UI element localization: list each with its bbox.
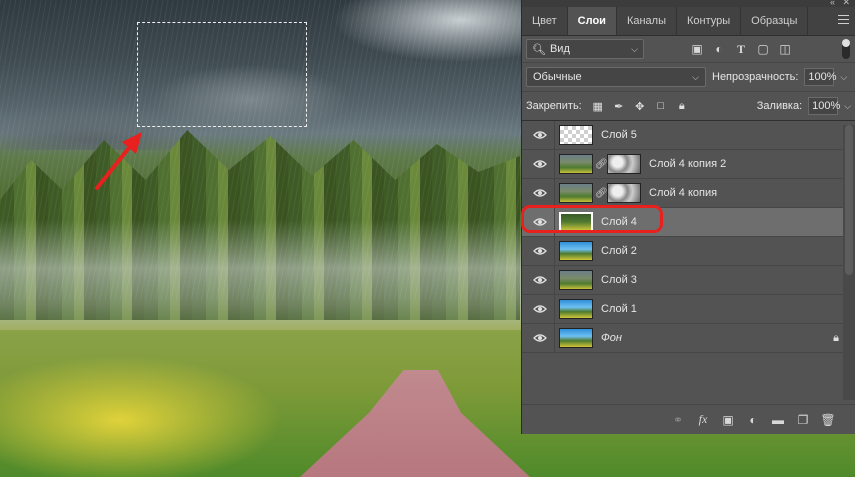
lock-all-icon[interactable]: 🔒︎ xyxy=(676,100,688,112)
lock-label: Закрепить: xyxy=(526,100,582,112)
layer-divider xyxy=(554,179,555,207)
collapse-icon[interactable]: « xyxy=(830,0,835,7)
tab-swatches[interactable]: Образцы xyxy=(741,7,809,35)
panel-bottom-toolbar: ⚭ fx ▣ ◐ ▬ ❐ 🗑︎ xyxy=(522,404,855,434)
eye-icon[interactable] xyxy=(529,333,551,343)
layer-divider xyxy=(554,121,555,149)
layer-row[interactable]: Слой 2 xyxy=(522,237,855,266)
opacity-input[interactable]: 100% xyxy=(804,68,837,86)
chevron-down-icon: ⌵ xyxy=(631,43,638,54)
eye-icon[interactable] xyxy=(529,188,551,198)
blend-mode-dropdown[interactable]: Обычные ⌵ xyxy=(526,67,706,87)
shape-filter-icon[interactable]: ▢ xyxy=(756,42,770,56)
fill-chevron-icon[interactable]: ⌵ xyxy=(844,101,851,112)
type-filter-icon[interactable]: T xyxy=(734,42,748,56)
layer-thumbnail[interactable] xyxy=(559,270,593,290)
scrollbar-thumb[interactable] xyxy=(845,125,853,275)
layer-thumbnail[interactable] xyxy=(559,328,593,348)
annotation-arrow-icon xyxy=(95,132,142,190)
lock-brush-icon[interactable]: ✒ xyxy=(613,100,625,113)
blend-mode-label: Обычные xyxy=(533,71,582,83)
layer-row[interactable]: Фон 🔒︎ xyxy=(522,324,855,353)
layer-thumbnail[interactable] xyxy=(559,154,593,174)
lock-row: Закрепить: ▦ ✒ ✥ □ 🔒︎ Заливка: 100% ⌵ xyxy=(522,92,855,121)
tab-channels[interactable]: Каналы xyxy=(617,7,677,35)
layer-divider xyxy=(554,295,555,323)
chain-link-icon[interactable]: 🔗︎ xyxy=(595,159,608,170)
layer-divider xyxy=(554,266,555,294)
lock-artboard-icon[interactable]: □ xyxy=(655,100,667,112)
layer-name[interactable]: Слой 1 xyxy=(601,303,637,315)
adjustment-icon[interactable]: ◐ xyxy=(746,413,760,427)
layers-scrollbar[interactable] xyxy=(843,125,855,400)
layer-divider xyxy=(554,324,555,352)
smart-object-filter-icon[interactable]: ◫ xyxy=(778,42,792,56)
layer-row[interactable]: 🔗︎ Слой 4 копия 2 xyxy=(522,150,855,179)
fx-icon[interactable]: fx xyxy=(696,412,710,427)
layers-panel: « ✕ Цвет Слои Каналы Контуры Образцы 🔍︎ … xyxy=(521,0,855,434)
layer-name[interactable]: Слой 4 копия xyxy=(649,187,717,199)
filter-kind-dropdown[interactable]: 🔍︎ Вид ⌵ xyxy=(526,39,644,59)
panel-tabs: Цвет Слои Каналы Контуры Образцы xyxy=(522,7,855,36)
fill-label: Заливка: xyxy=(756,100,803,112)
mask-icon[interactable]: ▣ xyxy=(721,413,735,427)
layer-lock-icon[interactable]: 🔒︎ xyxy=(833,332,839,345)
eye-icon[interactable] xyxy=(529,275,551,285)
search-icon: 🔍︎ xyxy=(532,43,546,56)
folder-icon[interactable]: ▬ xyxy=(771,413,785,427)
lock-transparency-icon[interactable]: ▦ xyxy=(592,100,604,113)
annotation-highlight xyxy=(521,205,663,233)
layers-list: Слой 5 🔗︎ Слой 4 копия 2 🔗︎ Слой 4 копия Слой… xyxy=(521,121,855,353)
filter-icons: ▣ ◐ T ▢ ◫ xyxy=(690,42,792,57)
layer-name[interactable]: Слой 5 xyxy=(601,129,637,141)
layer-name[interactable]: Слой 4 копия 2 xyxy=(649,158,726,170)
layer-thumbnail[interactable] xyxy=(559,299,593,319)
layer-name[interactable]: Слой 2 xyxy=(601,245,637,257)
filter-toggle[interactable] xyxy=(842,39,850,59)
trash-icon[interactable]: 🗑︎ xyxy=(820,413,835,427)
marquee-selection[interactable] xyxy=(137,22,307,127)
lock-move-icon[interactable]: ✥ xyxy=(634,100,646,113)
layer-name[interactable]: Фон xyxy=(601,332,622,344)
chevron-down-icon: ⌵ xyxy=(692,71,699,82)
pixel-filter-icon[interactable]: ▣ xyxy=(690,42,704,56)
filter-row: 🔍︎ Вид ⌵ ▣ ◐ T ▢ ◫ xyxy=(522,36,855,63)
tab-color[interactable]: Цвет xyxy=(522,7,568,35)
adjustment-filter-icon[interactable]: ◐ xyxy=(712,42,726,56)
layer-row[interactable]: Слой 1 xyxy=(522,295,855,324)
opacity-chevron-icon[interactable]: ⌵ xyxy=(840,72,847,83)
layer-thumbnail[interactable] xyxy=(559,241,593,261)
link-icon[interactable]: ⚭ xyxy=(671,413,685,427)
tab-paths[interactable]: Контуры xyxy=(677,7,742,35)
layer-name[interactable]: Слой 3 xyxy=(601,274,637,286)
filter-kind-label: Вид xyxy=(549,43,570,55)
layer-row[interactable]: 🔗︎ Слой 4 копия xyxy=(522,179,855,208)
layer-row[interactable]: Слой 3 xyxy=(522,266,855,295)
layer-thumbnail[interactable] xyxy=(559,183,593,203)
panel-top-strip: « ✕ xyxy=(522,0,855,7)
layer-divider xyxy=(554,237,555,265)
eye-icon[interactable] xyxy=(529,159,551,169)
layer-mask-thumbnail[interactable] xyxy=(607,154,641,174)
eye-icon[interactable] xyxy=(529,304,551,314)
eye-icon[interactable] xyxy=(529,130,551,140)
tab-layers[interactable]: Слои xyxy=(567,7,617,35)
layer-thumbnail[interactable] xyxy=(559,125,593,145)
layer-divider xyxy=(554,150,555,178)
new-layer-icon[interactable]: ❐ xyxy=(796,413,810,427)
layer-mask-thumbnail[interactable] xyxy=(607,183,641,203)
chain-link-icon[interactable]: 🔗︎ xyxy=(595,188,608,199)
blend-row: Обычные ⌵ Непрозрачность: 100% ⌵ xyxy=(522,63,855,92)
eye-icon[interactable] xyxy=(529,246,551,256)
opacity-label: Непрозрачность: xyxy=(712,71,799,83)
layer-row[interactable]: Слой 5 xyxy=(522,121,855,150)
lock-icons: ▦ ✒ ✥ □ 🔒︎ xyxy=(592,100,688,113)
fill-input[interactable]: 100% xyxy=(808,97,840,115)
panel-menu-icon[interactable] xyxy=(838,15,849,24)
